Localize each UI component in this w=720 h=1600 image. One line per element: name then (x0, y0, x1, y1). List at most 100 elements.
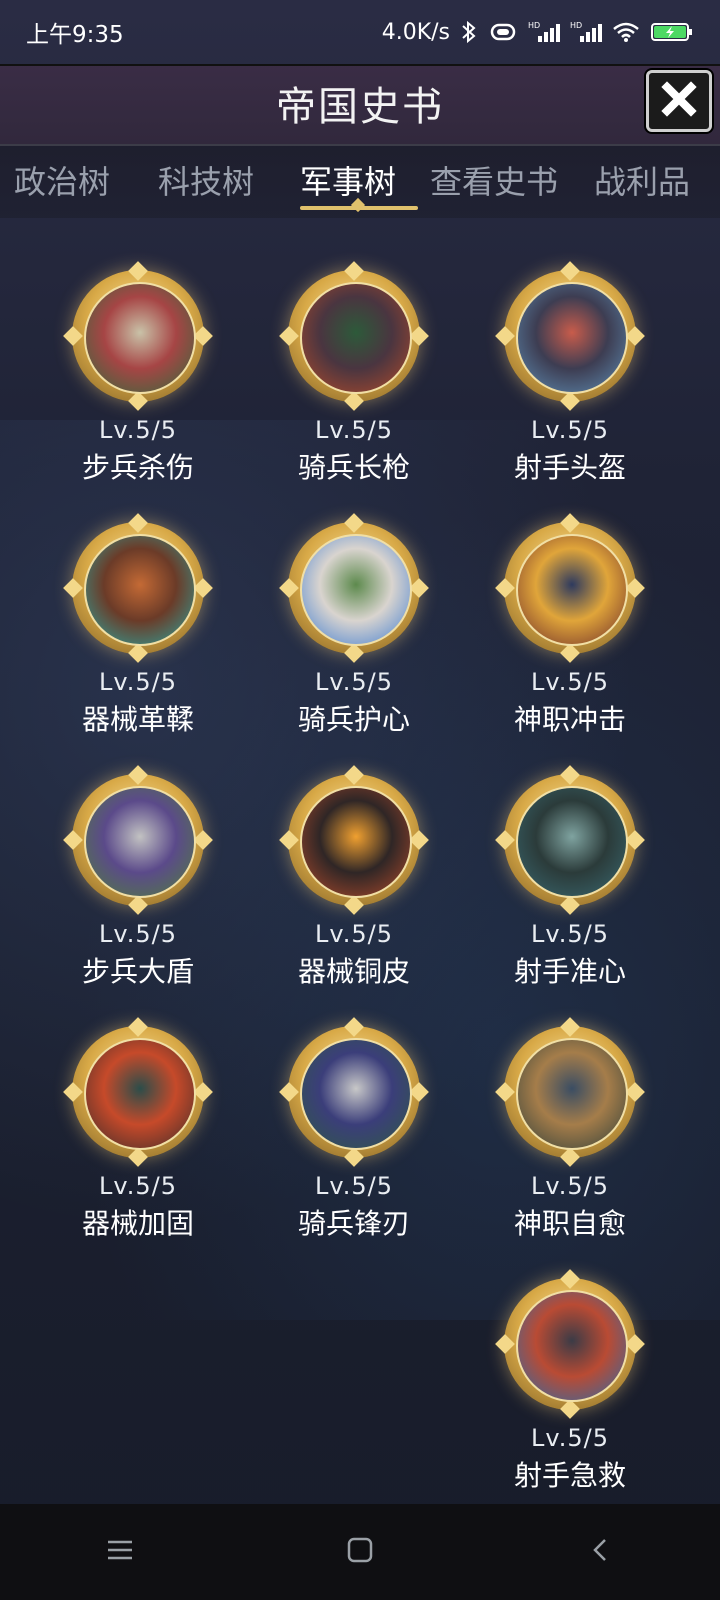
tab-history-book[interactable]: 查看史书 (430, 160, 558, 204)
medal-spike (560, 261, 580, 281)
skill-level: Lv.5/5 (99, 920, 177, 948)
skill-artwork (300, 534, 412, 646)
cavalry-blade-icon (279, 1017, 429, 1167)
skill-tile[interactable]: Lv.5/5 射手准心 (480, 765, 660, 1004)
medal-spike (560, 513, 580, 533)
skill-level: Lv.5/5 (531, 1172, 609, 1200)
machine-leather-icon (63, 513, 213, 663)
medal-spike (279, 326, 299, 346)
medal-spike (409, 830, 429, 850)
skill-name: 神职冲击 (513, 703, 626, 736)
medal-spike (193, 578, 213, 598)
medal-spike (193, 326, 213, 346)
skill-name: 器械革鞣 (81, 703, 194, 736)
medal-spike (625, 578, 645, 598)
medal-spike (344, 643, 364, 663)
skill-level: Lv.5/5 (531, 1424, 609, 1452)
medal-spike (344, 765, 364, 785)
skill-tile[interactable]: Lv.5/5 步兵杀伤 (48, 261, 228, 500)
skill-artwork (84, 282, 196, 394)
skill-level: Lv.5/5 (531, 416, 609, 444)
skill-artwork (516, 1290, 628, 1402)
skill-tile[interactable]: Lv.5/5 神职自愈 (480, 1017, 660, 1256)
clergy-strike-icon (495, 513, 645, 663)
net-speed: 4.0K/s (381, 19, 450, 45)
skill-tile[interactable]: Lv.5/5 射手头盔 (480, 261, 660, 500)
signal-hd-1-icon: HD (528, 20, 560, 44)
skill-tile[interactable]: Lv.5/5 骑兵长枪 (264, 261, 444, 500)
skill-tile[interactable]: Lv.5/5 器械加固 (48, 1017, 228, 1256)
tab-military[interactable]: 军事树 (300, 160, 396, 204)
skill-level: Lv.5/5 (99, 668, 177, 696)
skill-artwork (516, 1038, 628, 1150)
medal-spike (344, 513, 364, 533)
medal-spike (128, 1017, 148, 1037)
medal-spike (63, 1082, 83, 1102)
medal-spike (495, 1082, 515, 1102)
menu-icon (106, 1538, 134, 1566)
status-bar: 上午9:35 4.0K/s HD HD (0, 0, 720, 64)
close-button[interactable] (646, 70, 712, 132)
medal-spike (344, 895, 364, 915)
skill-level: Lv.5/5 (315, 920, 393, 948)
battery-charging-icon (650, 20, 694, 44)
vibrate-icon (488, 21, 518, 43)
skill-tile[interactable]: Lv.5/5 步兵大盾 (48, 765, 228, 1004)
skill-tile[interactable]: Lv.5/5 器械铜皮 (264, 765, 444, 1004)
home-icon (346, 1536, 374, 1568)
skill-tile[interactable]: Lv.5/5 神职冲击 (480, 513, 660, 752)
medal-spike (409, 1082, 429, 1102)
medal-spike (625, 830, 645, 850)
bluetooth-icon (460, 20, 478, 44)
tab-politics[interactable]: 政治树 (14, 160, 110, 204)
skill-artwork (516, 786, 628, 898)
tab-bar: 政治树 科技树 军事树 查看史书 战利品 (0, 146, 720, 218)
medal-spike (409, 578, 429, 598)
archer-firstaid-icon (495, 1269, 645, 1419)
skill-level: Lv.5/5 (531, 920, 609, 948)
home-button[interactable] (330, 1522, 390, 1582)
skill-artwork (516, 534, 628, 646)
machine-reinforce-icon (63, 1017, 213, 1167)
skill-artwork (300, 1038, 412, 1150)
svg-text:HD: HD (528, 21, 540, 30)
signal-hd-2-icon: HD (570, 20, 602, 44)
skill-tile[interactable]: Lv.5/5 骑兵锋刃 (264, 1017, 444, 1256)
menu-button[interactable] (90, 1522, 150, 1582)
medal-spike (279, 830, 299, 850)
skill-name: 射手准心 (513, 955, 626, 988)
svg-text:HD: HD (570, 21, 582, 30)
status-time: 上午9:35 (26, 22, 124, 48)
medal-spike (409, 326, 429, 346)
medal-spike (344, 1147, 364, 1167)
medal-spike (560, 1399, 580, 1419)
skill-level: Lv.5/5 (315, 1172, 393, 1200)
archer-aim-icon (495, 765, 645, 915)
header: 帝国史书 (0, 64, 720, 146)
medal-spike (344, 1017, 364, 1037)
skill-tile[interactable]: Lv.5/5 骑兵护心 (264, 513, 444, 752)
back-button[interactable] (570, 1522, 630, 1582)
back-icon (590, 1536, 610, 1568)
skill-tile[interactable]: Lv.5/5 射手急救 (480, 1269, 660, 1508)
skill-level: Lv.5/5 (315, 668, 393, 696)
medal-spike (63, 578, 83, 598)
medal-spike (279, 578, 299, 598)
medal-spike (63, 326, 83, 346)
medal-spike (495, 326, 515, 346)
medal-spike (344, 391, 364, 411)
system-nav-bar (0, 1504, 720, 1600)
skill-artwork (300, 282, 412, 394)
skill-tile[interactable]: Lv.5/5 器械革鞣 (48, 513, 228, 752)
skill-artwork (84, 534, 196, 646)
tab-loot[interactable]: 战利品 (594, 160, 690, 204)
medal-spike (128, 391, 148, 411)
infantry-knight-icon (63, 261, 213, 411)
skill-name: 步兵杀伤 (81, 451, 194, 484)
page-title: 帝国史书 (276, 84, 444, 130)
tab-technology[interactable]: 科技树 (158, 160, 254, 204)
cavalry-guard-icon (279, 513, 429, 663)
skill-name: 神职自愈 (513, 1207, 626, 1240)
medal-spike (495, 578, 515, 598)
medal-spike (560, 765, 580, 785)
